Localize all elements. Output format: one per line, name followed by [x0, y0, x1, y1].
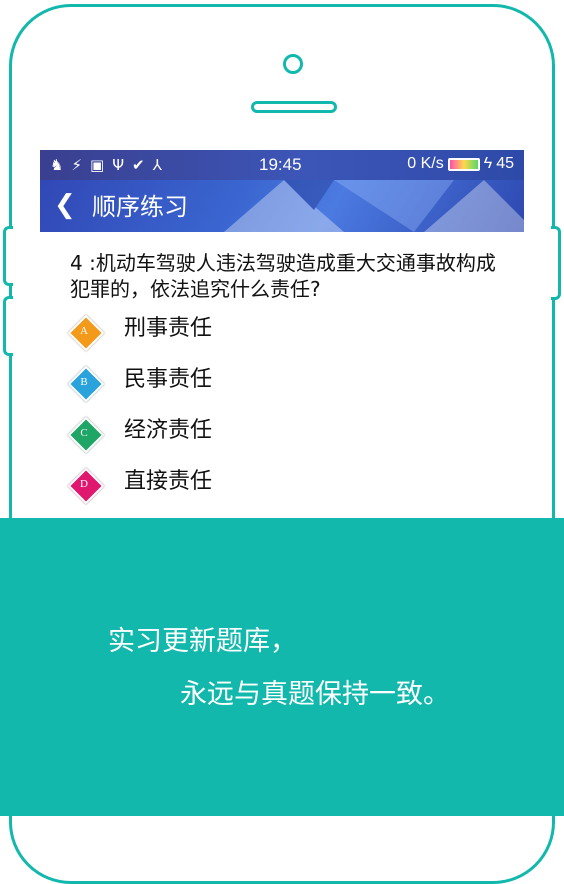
question-text: 4 :机动车驾驶人违法驾驶造成重大交通事故构成犯罪的，依法追究什么责任? [70, 251, 496, 301]
option-d[interactable]: D 直接责任 [62, 461, 482, 507]
network-speed: 0 K/s [407, 155, 444, 172]
banner-line-1: 实习更新题库， [108, 626, 297, 657]
charging-icon: ϟ [483, 155, 493, 172]
power-button [551, 226, 561, 300]
usb-icon: Ψ [112, 156, 124, 174]
page-title: 顺序练习 [92, 193, 188, 221]
earpiece-speaker [251, 101, 337, 113]
option-d-letter: D [80, 478, 88, 490]
status-bar: ♞ ⚡ ▣ Ψ ✔ ⅄ 19:45 0 K/s ϟ 45 [40, 150, 524, 180]
check-circle-icon: ✔ [132, 156, 145, 174]
status-time: 19:45 [259, 155, 302, 174]
option-c[interactable]: C 经济责任 [62, 410, 482, 456]
pony-icon: ♞ [50, 156, 64, 174]
option-d-badge: D [67, 467, 105, 505]
weather-icon: ⚡ [71, 156, 82, 174]
back-button[interactable]: ❮ [54, 190, 76, 220]
option-a-label: 刑事责任 [124, 316, 213, 341]
radiation-icon: ⅄ [152, 156, 162, 174]
banner-line-2: 永远与真题保持一致。 [180, 679, 450, 710]
battery-level: 45 [496, 155, 514, 172]
option-b-badge: B [67, 365, 105, 403]
option-a-letter: A [80, 325, 88, 337]
notification-icons: ♞ ⚡ ▣ Ψ ✔ ⅄ [50, 156, 162, 174]
phone-screen: ♞ ⚡ ▣ Ψ ✔ ⅄ 19:45 0 K/s ϟ 45 ❮ 顺序练习 4 :机… [40, 150, 524, 520]
front-camera [283, 54, 303, 74]
volume-down-button [3, 296, 13, 356]
option-d-label: 直接责任 [124, 469, 213, 494]
image-icon: ▣ [90, 156, 105, 174]
appbar-decoration [224, 180, 524, 232]
option-b[interactable]: B 民事责任 [62, 359, 482, 405]
option-a-badge: A [67, 314, 105, 352]
battery-icon [447, 157, 480, 171]
option-b-letter: B [80, 376, 88, 388]
option-c-badge: C [67, 416, 105, 454]
option-c-letter: C [80, 427, 88, 439]
app-bar: ❮ 顺序练习 [40, 180, 524, 232]
option-b-label: 民事责任 [124, 367, 213, 392]
promo-banner: 实习更新题库， 永远与真题保持一致。 [0, 518, 564, 816]
option-a[interactable]: A 刑事责任 [62, 308, 482, 354]
volume-up-button [3, 226, 13, 286]
status-right-group: 0 K/s ϟ 45 [407, 155, 514, 173]
option-c-label: 经济责任 [124, 418, 213, 443]
